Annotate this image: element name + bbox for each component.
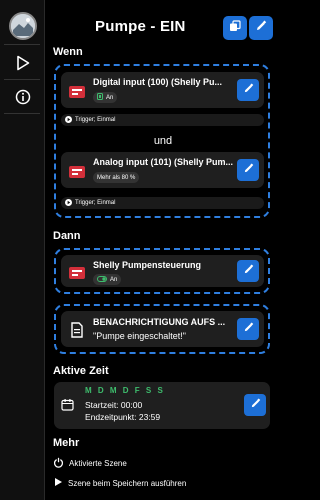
- edit-action-button[interactable]: [237, 260, 259, 282]
- calendar-icon: [61, 398, 74, 416]
- badge-label: An: [110, 276, 118, 283]
- pencil-icon: [255, 19, 267, 37]
- action-subtitle: "Pumpe eingeschaltet!": [93, 331, 186, 341]
- trigger-chip[interactable]: Trigger; Einmal: [61, 114, 264, 126]
- condition-title: Digital input (100) (Shelly Pu...: [93, 77, 223, 87]
- rail-divider: [4, 79, 40, 80]
- run-on-save-label: Szene beim Speichern ausführen: [68, 478, 187, 488]
- end-time: Endzeitpunkt: 23:59: [85, 412, 161, 422]
- toggle-icon: [97, 275, 107, 284]
- action-title: Shelly Pumpensteuerung: [93, 260, 202, 270]
- trigger-label: Trigger; Einmal: [75, 117, 116, 123]
- info-icon[interactable]: [6, 82, 40, 112]
- rail-divider: [4, 113, 40, 114]
- device-icon: [67, 263, 87, 283]
- document-icon: [67, 320, 87, 340]
- start-time: Startzeit: 00:00: [85, 400, 143, 410]
- header: Pumpe - EIN: [45, 14, 281, 44]
- pencil-icon: [243, 81, 254, 99]
- condition-card[interactable]: Digital input (100) (Shelly Pu... An: [61, 72, 264, 108]
- copy-icon: [229, 19, 241, 37]
- copy-button[interactable]: [223, 16, 247, 40]
- app: Pumpe - EIN Wenn Digital input (100) (Sh…: [0, 0, 281, 500]
- section-wenn: Wenn: [53, 46, 83, 58]
- edit-schedule-button[interactable]: [244, 394, 266, 416]
- scene-editor: Pumpe - EIN Wenn Digital input (100) (Sh…: [45, 0, 281, 500]
- section-aktive-zeit: Aktive Zeit: [53, 365, 109, 377]
- pencil-icon: [243, 320, 254, 338]
- pencil-icon: [250, 396, 261, 414]
- connector-label: und: [153, 135, 173, 147]
- condition-card[interactable]: Analog input (101) (Shelly Pum... Mehr a…: [61, 152, 264, 188]
- pencil-icon: [243, 161, 254, 179]
- play-icon: [65, 115, 72, 125]
- play-icon[interactable]: [6, 48, 40, 78]
- input-icon: [97, 93, 103, 102]
- device-icon: [67, 82, 87, 102]
- condition-title: Analog input (101) (Shelly Pum...: [93, 157, 234, 167]
- rail-divider: [4, 44, 40, 45]
- run-on-save-toggle[interactable]: Szene beim Speichern ausführen: [53, 477, 186, 489]
- status-badge: Mehr als 80 %: [93, 172, 140, 183]
- weekday-selector[interactable]: M D M D F S S: [85, 386, 165, 395]
- status-badge: An: [93, 92, 118, 103]
- activated-label: Aktivierte Szene: [69, 459, 127, 468]
- play-icon: [53, 477, 63, 489]
- pencil-icon: [243, 262, 254, 280]
- power-icon: [53, 457, 64, 470]
- avatar[interactable]: [9, 12, 37, 40]
- status-badge: An: [93, 274, 122, 285]
- play-icon: [65, 198, 72, 208]
- badge-label: Mehr als 80 %: [97, 174, 136, 181]
- section-dann: Dann: [53, 230, 81, 242]
- device-icon: [67, 162, 87, 182]
- action-title: BENACHRICHTIGUNG AUFS ...: [93, 317, 226, 327]
- action-card[interactable]: BENACHRICHTIGUNG AUFS ... "Pumpe eingesc…: [61, 311, 264, 347]
- trigger-label: Trigger; Einmal: [75, 200, 116, 206]
- activated-scene-toggle[interactable]: Aktivierte Szene: [53, 457, 127, 470]
- page-title: Pumpe - EIN: [95, 18, 186, 35]
- edit-condition-button[interactable]: [237, 79, 259, 101]
- badge-label: An: [106, 94, 114, 101]
- edit-title-button[interactable]: [249, 16, 273, 40]
- trigger-chip[interactable]: Trigger; Einmal: [61, 197, 264, 209]
- edit-action-button[interactable]: [237, 318, 259, 340]
- edit-condition-button[interactable]: [237, 159, 259, 181]
- section-mehr: Mehr: [53, 437, 80, 449]
- side-rail: [0, 0, 45, 500]
- action-card[interactable]: Shelly Pumpensteuerung An: [61, 255, 264, 287]
